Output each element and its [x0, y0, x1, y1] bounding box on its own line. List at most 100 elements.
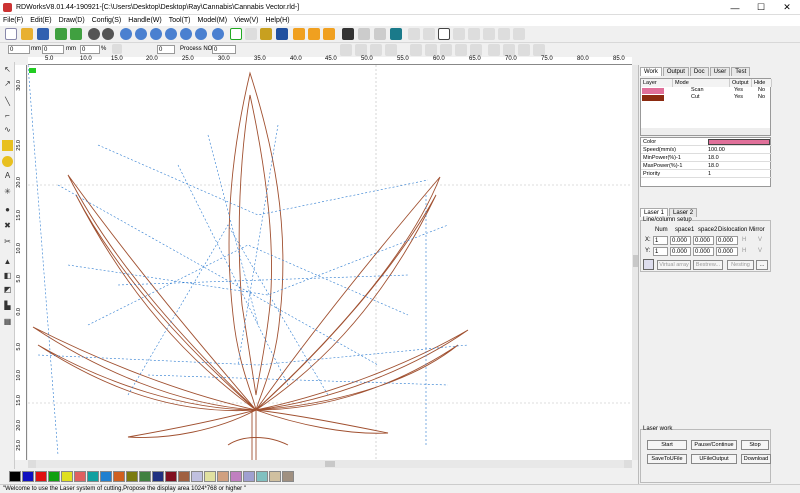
zoom-window-icon[interactable] [212, 28, 224, 40]
align-icon[interactable] [470, 44, 482, 56]
color-swatch[interactable] [22, 470, 34, 482]
align-icon[interactable] [355, 44, 367, 56]
color-swatch[interactable] [178, 470, 190, 482]
x-space1-input[interactable]: 0.000 [670, 236, 691, 245]
bitmap-icon[interactable]: ● [2, 204, 13, 215]
color-swatch[interactable] [230, 470, 242, 482]
color-swatch[interactable] [165, 470, 177, 482]
mirror-v-icon[interactable]: ◧ [2, 270, 13, 281]
layer-color-swatch[interactable] [642, 88, 664, 94]
zoom-in-icon[interactable] [120, 28, 132, 40]
more-options-button[interactable]: ... [756, 260, 768, 270]
y-mirror-h-checkbox[interactable]: H [742, 247, 746, 256]
width-input[interactable]: 0 [42, 45, 64, 54]
settings-icon[interactable] [468, 28, 480, 40]
column-header[interactable]: Hide [752, 79, 772, 87]
scroll-thumb[interactable] [325, 461, 335, 467]
color-swatch[interactable] [217, 470, 229, 482]
color-swatch[interactable] [152, 470, 164, 482]
align-icon[interactable] [488, 44, 500, 56]
layer-mode[interactable]: Scan [691, 87, 704, 94]
grid-icon[interactable] [453, 28, 465, 40]
layer-hide[interactable]: No [758, 94, 765, 101]
eye-icon[interactable] [483, 28, 495, 40]
x-mirror-h-checkbox[interactable]: H [742, 236, 746, 245]
x-space2-input[interactable]: 0.000 [693, 236, 714, 245]
layer-mode[interactable]: Cut [691, 94, 700, 101]
node-icon[interactable] [245, 28, 257, 40]
y-dislocation-input[interactable]: 0.000 [716, 247, 738, 256]
align-icon[interactable] [410, 44, 422, 56]
menu-edit[interactable]: Edit(E) [30, 17, 51, 24]
knife-icon[interactable] [358, 28, 370, 40]
layer-hide[interactable]: No [758, 87, 765, 94]
monitor-icon[interactable] [276, 28, 288, 40]
select-arrow-icon[interactable]: ↖ [2, 64, 13, 75]
pause-continue-button[interactable]: Pause/Continue [691, 440, 737, 450]
align-icon[interactable] [518, 44, 530, 56]
menu-handle[interactable]: Handle(W) [128, 17, 161, 24]
align-icon[interactable] [425, 44, 437, 56]
color-value-swatch[interactable] [708, 139, 770, 145]
zoom-page-icon[interactable] [165, 28, 177, 40]
knife-icon[interactable] [374, 28, 386, 40]
mirror-icon[interactable]: ◩ [2, 284, 13, 295]
tool-icon[interactable] [513, 28, 525, 40]
color-swatch[interactable] [204, 470, 216, 482]
import-icon[interactable] [55, 28, 67, 40]
color-swatch[interactable] [139, 470, 151, 482]
x-position-input[interactable]: 0 [8, 45, 30, 54]
rectangle-tool-icon[interactable] [2, 140, 13, 151]
angle-input[interactable]: 0 [157, 45, 175, 54]
wave-icon[interactable] [408, 28, 420, 40]
array-icon[interactable] [323, 28, 335, 40]
array-icon[interactable] [308, 28, 320, 40]
export-icon[interactable] [70, 28, 82, 40]
zoom-selection-icon[interactable] [180, 28, 192, 40]
layer-output[interactable]: Yes [734, 94, 743, 101]
array-icon[interactable] [293, 28, 305, 40]
new-file-icon[interactable] [5, 28, 17, 40]
cut-icon[interactable]: ✂ [2, 236, 13, 247]
x-dislocation-input[interactable]: 0.000 [716, 236, 738, 245]
color-swatch[interactable] [35, 470, 47, 482]
x-num-input[interactable]: 1 [653, 236, 668, 245]
ufile-output-button[interactable]: UFileOutput [691, 454, 737, 464]
prop-priority-row[interactable]: Priority 1 [641, 170, 772, 178]
prop-minpower-row[interactable]: MinPower(%)-1 18.0 [641, 154, 772, 162]
x-mirror-v-checkbox[interactable]: V [758, 236, 762, 245]
color-swatch[interactable] [61, 470, 73, 482]
scroll-right-arrow[interactable] [624, 460, 632, 468]
bestrew-button[interactable]: Bestrew... [693, 260, 723, 270]
lock-icon[interactable] [112, 44, 122, 54]
menu-model[interactable]: Model(M) [198, 17, 228, 24]
open-folder-icon[interactable] [21, 28, 33, 40]
rectangle-icon[interactable] [230, 28, 242, 40]
array-grid-icon[interactable] [643, 259, 654, 270]
curve-icon[interactable]: ∿ [2, 124, 13, 135]
color-swatch[interactable] [191, 470, 203, 482]
y-space2-input[interactable]: 0.000 [693, 247, 714, 256]
color-swatch[interactable] [74, 470, 86, 482]
color-swatch[interactable] [282, 470, 294, 482]
disk-icon[interactable] [88, 28, 100, 40]
tab-output[interactable]: Output [662, 67, 689, 76]
pen-icon[interactable] [260, 28, 272, 40]
nesting-button[interactable]: Nesting [727, 260, 754, 270]
process-no-input[interactable]: 0 [212, 45, 236, 54]
color-swatch[interactable] [269, 470, 281, 482]
save-to-ufile-button[interactable]: SaveToUFile [647, 454, 687, 464]
text-icon[interactable]: A [2, 170, 13, 181]
zoom-out-icon[interactable] [135, 28, 147, 40]
node-edit-icon[interactable]: ↗ [2, 78, 13, 89]
model-m-icon[interactable] [390, 28, 402, 40]
zoom-fit-icon[interactable] [150, 28, 162, 40]
layer-list-scrollbar[interactable] [641, 128, 770, 135]
color-swatch[interactable] [113, 470, 125, 482]
line-icon[interactable]: ╲ [2, 96, 13, 107]
dsp-icon[interactable] [423, 28, 435, 40]
align-icon[interactable] [340, 44, 352, 56]
start-button[interactable]: Start [647, 440, 687, 450]
color-swatch[interactable] [48, 470, 60, 482]
array-grid-icon[interactable]: ▦ [2, 316, 13, 327]
